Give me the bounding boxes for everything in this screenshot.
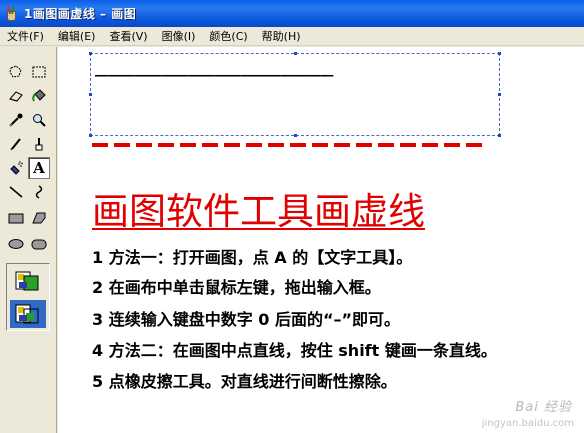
step-4: 4 方法二：在画图中点直线，按住 shift 键画一条直线。 (92, 341, 497, 360)
opaque-background-option[interactable] (10, 267, 46, 295)
canvas-heading: 画图软件工具画虚线 (92, 190, 425, 233)
pencil-icon (10, 138, 21, 151)
eraser-icon (9, 91, 23, 102)
rectangle-icon (8, 213, 24, 224)
curve-tool[interactable] (28, 181, 50, 203)
window-title: 1画图画虚线 – 画图 (24, 7, 137, 21)
transparent-background-icon (15, 304, 39, 324)
magnifier-tool[interactable] (28, 109, 50, 131)
resize-handle[interactable] (89, 52, 92, 55)
text-tool-icon: A (33, 159, 45, 177)
color-picker-icon (9, 113, 23, 127)
opaque-background-icon (15, 271, 39, 291)
polygon-icon (32, 212, 46, 224)
transparent-background-option[interactable] (10, 300, 46, 328)
title-bar[interactable]: 1画图画虚线 – 画图 (0, 0, 584, 27)
resize-handle[interactable] (89, 134, 92, 137)
color-picker-tool[interactable] (5, 109, 27, 131)
line-icon (9, 186, 23, 198)
brush-icon (35, 138, 43, 151)
fill-bucket-icon (32, 89, 46, 102)
rounded-rect-icon (31, 239, 47, 250)
red-dashed-line (92, 143, 488, 147)
step-5: 5 点橡皮擦工具。对直线进行间断性擦除。 (92, 372, 397, 391)
step-1: 1 方法一：打开画图，点 A 的【文字工具】。 (92, 248, 413, 267)
menu-bar: 文件(F) 编辑(E) 查看(V) 图像(I) 颜色(C) 帮助(H) (0, 27, 584, 46)
resize-handle[interactable] (498, 134, 501, 137)
rect-select-tool[interactable] (28, 61, 50, 83)
text-input-box[interactable]: —————————————————— (89, 52, 501, 137)
resize-handle[interactable] (498, 52, 501, 55)
eraser-tool[interactable] (5, 85, 27, 107)
paint-app-icon (4, 5, 20, 22)
rounded-rect-tool[interactable] (28, 233, 50, 255)
ellipse-icon (8, 239, 24, 249)
watermark-url: jingyan.baidu.com (481, 418, 574, 429)
watermark-logo: Bai 经验 (515, 400, 572, 415)
typed-dash-text: —————————————————— (95, 66, 334, 86)
resize-handle[interactable] (89, 93, 92, 96)
airbrush-icon (10, 161, 23, 175)
menu-colors[interactable]: 颜色(C) (202, 27, 254, 46)
resize-handle[interactable] (498, 93, 501, 96)
step-2: 2 在画布中单击鼠标左键，拖出输入框。 (92, 278, 381, 297)
rectangle-tool[interactable] (5, 207, 27, 229)
line-tool[interactable] (5, 181, 27, 203)
resize-handle[interactable] (294, 134, 297, 137)
menu-edit[interactable]: 编辑(E) (51, 27, 103, 46)
free-form-select-tool[interactable] (5, 61, 27, 83)
menu-image[interactable]: 图像(I) (155, 27, 203, 46)
curve-icon (35, 185, 43, 199)
text-options-panel (6, 263, 50, 331)
menu-view[interactable]: 查看(V) (102, 27, 154, 46)
step-3: 3 连续输入键盘中数字 0 后面的“–”即可。 (92, 310, 401, 329)
rect-select-icon (32, 66, 46, 78)
free-form-select-icon (9, 65, 22, 78)
menu-help[interactable]: 帮助(H) (255, 27, 308, 46)
drawing-canvas[interactable]: —————————————————— 画图软件工具画虚线 1 方法一：打开画图，… (58, 47, 584, 433)
magnifier-icon (33, 114, 46, 127)
text-tool[interactable]: A (28, 157, 50, 179)
resize-handle[interactable] (294, 52, 297, 55)
ellipse-tool[interactable] (5, 233, 27, 255)
menu-file[interactable]: 文件(F) (0, 27, 51, 46)
fill-tool[interactable] (28, 85, 50, 107)
polygon-tool[interactable] (28, 207, 50, 229)
brush-tool[interactable] (28, 133, 50, 155)
tool-box: A (0, 47, 57, 433)
pencil-tool[interactable] (5, 133, 27, 155)
airbrush-tool[interactable] (5, 157, 27, 179)
